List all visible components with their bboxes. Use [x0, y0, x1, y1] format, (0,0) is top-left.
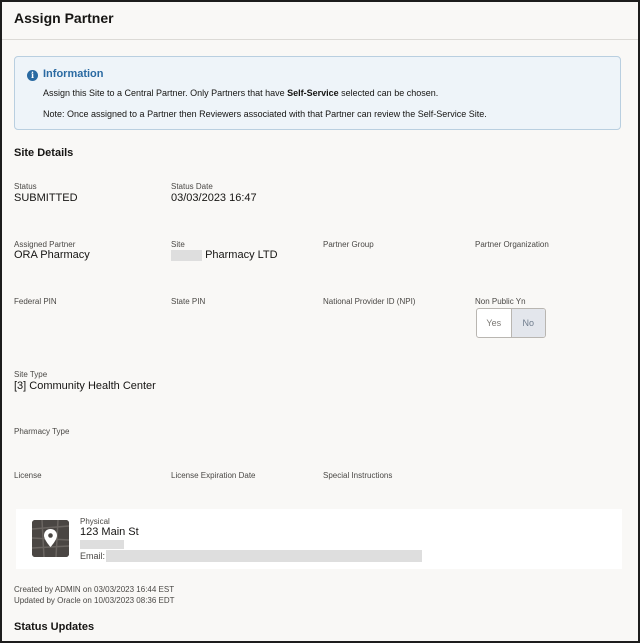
address-type-label: Physical: [80, 517, 110, 526]
redacted-block: [106, 550, 422, 562]
information-note: Note: Once assigned to a Partner then Re…: [43, 109, 487, 119]
status-label: Status: [14, 182, 37, 191]
site-details-title: Site Details: [14, 147, 74, 159]
license-label: License: [14, 471, 42, 480]
redacted-block: [171, 249, 202, 261]
address-street: 123 Main St: [80, 526, 139, 538]
license-expiration-label: License Expiration Date: [171, 471, 256, 480]
status-value: SUBMITTED: [14, 192, 78, 204]
assign-partner-dialog: Assign Partner i Information Assign this…: [0, 0, 640, 643]
partner-organization-label: Partner Organization: [475, 240, 549, 249]
address-card: Physical 123 Main St Email:: [16, 509, 622, 569]
partner-group-label: Partner Group: [323, 240, 374, 249]
federal-pin-label: Federal PIN: [14, 297, 57, 306]
information-banner: i Information Assign this Site to a Cent…: [14, 56, 621, 130]
toggle-yes-option[interactable]: Yes: [477, 309, 511, 337]
status-updates-title: Status Updates: [14, 621, 95, 633]
pharmacy-type-label: Pharmacy Type: [14, 427, 70, 436]
assigned-partner-value: ORA Pharmacy: [14, 249, 90, 261]
information-title: Information: [43, 68, 104, 80]
information-text: Assign this Site to a Central Partner. O…: [43, 88, 438, 98]
site-type-value: [3] Community Health Center: [14, 380, 156, 392]
redacted-block: [80, 540, 124, 549]
map-pin-graphic: [32, 520, 69, 557]
site-value: Pharmacy LTD: [171, 249, 278, 261]
map-pin-icon: [32, 520, 69, 557]
created-meta: Created by ADMIN on 03/03/2023 16:44 EST: [14, 585, 175, 594]
npi-label: National Provider ID (NPI): [323, 297, 416, 306]
address-email-label: Email:: [80, 551, 106, 561]
status-date-value: 03/03/2023 16:47: [171, 192, 257, 204]
state-pin-label: State PIN: [171, 297, 206, 306]
non-public-label: Non Public Yn: [475, 297, 526, 306]
assigned-partner-label: Assigned Partner: [14, 240, 76, 249]
information-text-prefix: Assign this Site to a Central Partner. O…: [43, 88, 288, 98]
information-text-bold: Self-Service: [287, 88, 339, 98]
site-type-label: Site Type: [14, 370, 48, 379]
information-text-suffix: selected can be chosen.: [338, 88, 439, 98]
dialog-header: Assign Partner: [2, 2, 638, 40]
updated-meta: Updated by Oracle on 10/03/2023 08:36 ED…: [14, 596, 175, 605]
special-instructions-label: Special Instructions: [323, 471, 393, 480]
toggle-no-option[interactable]: No: [510, 309, 545, 337]
site-value-text: Pharmacy LTD: [205, 249, 278, 261]
page-title: Assign Partner: [14, 10, 114, 26]
site-label: Site: [171, 240, 185, 249]
info-icon: i: [27, 70, 38, 81]
non-public-toggle[interactable]: Yes No: [476, 308, 546, 338]
status-date-label: Status Date: [171, 182, 213, 191]
